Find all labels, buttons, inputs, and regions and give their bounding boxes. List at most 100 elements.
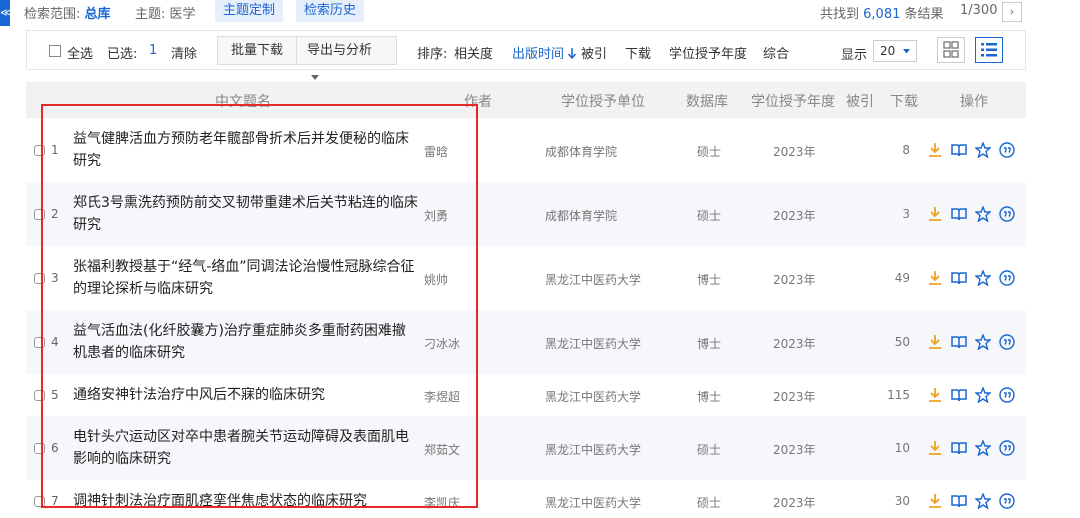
favorite-star-icon[interactable] — [975, 206, 991, 222]
cite-quote-icon[interactable] — [999, 206, 1015, 222]
sort-publish-time[interactable]: 出版时间 — [512, 43, 577, 62]
table-row[interactable]: 3 张福利教授基于“经气-络血”同调法论治慢性冠脉综合征的理论探析与临床研究 姚… — [26, 246, 1026, 310]
row-checkbox[interactable] — [34, 496, 45, 507]
cite-quote-icon[interactable] — [999, 493, 1015, 509]
list-view-button[interactable] — [975, 37, 1003, 63]
clear-button[interactable]: 清除 — [171, 43, 197, 62]
row-checkbox[interactable] — [34, 209, 45, 220]
degree-year: 2023年 — [773, 337, 816, 351]
grid-view-button[interactable] — [937, 37, 965, 63]
download-icon[interactable] — [927, 142, 943, 158]
row-checkbox[interactable] — [34, 390, 45, 401]
degree-unit-link[interactable]: 黑龙江中医药大学 — [545, 271, 641, 288]
found-prefix: 共找到 — [820, 7, 860, 22]
download-icon[interactable] — [927, 334, 943, 350]
read-book-icon[interactable] — [951, 142, 967, 158]
cite-quote-icon[interactable] — [999, 440, 1015, 456]
favorite-star-icon[interactable] — [975, 270, 991, 286]
sort-degree-year[interactable]: 学位授予年度 — [669, 43, 747, 62]
cite-quote-icon[interactable] — [999, 334, 1015, 350]
thesis-title-link[interactable]: 益气活血法(化纤胶囊方)治疗重症肺炎多重耐药困难撤机患者的临床研究 — [73, 320, 418, 364]
favorite-star-icon[interactable] — [975, 387, 991, 403]
thesis-title-link[interactable]: 张福利教授基于“经气-络血”同调法论治慢性冠脉综合征的理论探析与临床研究 — [73, 256, 418, 300]
select-all-label[interactable]: 全选 — [67, 43, 93, 62]
row-checkbox[interactable] — [34, 145, 45, 156]
row-checkbox[interactable] — [34, 273, 45, 284]
degree-unit-link[interactable]: 黑龙江中医药大学 — [545, 441, 641, 458]
read-book-icon[interactable] — [951, 493, 967, 509]
export-analyze-dropdown[interactable]: 导出与分析 — [296, 36, 397, 80]
topic-value: 医学 — [169, 7, 196, 22]
download-icon[interactable] — [927, 387, 943, 403]
author-link[interactable]: 李凯庆 — [424, 494, 460, 511]
sort-download[interactable]: 下载 — [625, 43, 651, 62]
page-size-select[interactable]: 20 — [873, 40, 917, 62]
table-row[interactable]: 6 电针头穴运动区对卒中患者腕关节运动障碍及表面肌电影响的临床研究 郑茹文 黑龙… — [26, 416, 1026, 480]
sort-cited[interactable]: 被引 — [581, 43, 607, 62]
col-ops: 操作 — [960, 94, 988, 110]
row-checkbox[interactable] — [34, 443, 45, 454]
author-link[interactable]: 李煜超 — [424, 388, 460, 405]
download-icon[interactable] — [927, 270, 943, 286]
degree-unit-link[interactable]: 成都体育学院 — [545, 143, 617, 160]
batch-download-button[interactable]: 批量下载 — [217, 36, 297, 65]
row-checkbox[interactable] — [34, 337, 45, 348]
author-link[interactable]: 刁冰冰 — [424, 335, 460, 352]
search-summary-bar: 检索范围: 总库 主题: 医学 主题定制 检索历史 共找到 6,081 条结果 … — [22, 0, 1030, 22]
author-link[interactable]: 郑茹文 — [424, 441, 460, 458]
sort-relevance[interactable]: 相关度 — [454, 43, 493, 62]
download-count: 50 — [894, 335, 910, 349]
scope-value[interactable]: 总库 — [85, 7, 111, 22]
thesis-title-link[interactable]: 郑氏3号熏洗药预防前交叉韧带重建术后关节粘连的临床研究 — [73, 192, 418, 236]
favorite-star-icon[interactable] — [975, 334, 991, 350]
author-link[interactable]: 雷晗 — [424, 143, 448, 160]
col-title: 中文题名 — [215, 94, 271, 110]
cite-quote-icon[interactable] — [999, 142, 1015, 158]
favorite-star-icon[interactable] — [975, 142, 991, 158]
collapse-side-tab[interactable]: ≪ — [0, 0, 10, 26]
select-all-checkbox[interactable] — [49, 45, 61, 57]
search-history-button[interactable]: 检索历史 — [296, 0, 365, 22]
row-operations — [926, 387, 1026, 405]
author-link[interactable]: 姚帅 — [424, 271, 448, 288]
custom-topic-button[interactable]: 主题定制 — [215, 0, 284, 22]
results-table-header: 中文题名 作者 学位授予单位 数据库 学位授予年度 被引 下载 操作 — [26, 82, 1026, 118]
degree-unit-link[interactable]: 黑龙江中医药大学 — [545, 494, 641, 511]
table-row[interactable]: 7 调神针刺法治疗面肌痉挛伴焦虑状态的临床研究 李凯庆 黑龙江中医药大学 硕士 … — [26, 480, 1026, 518]
favorite-star-icon[interactable] — [975, 440, 991, 456]
download-icon[interactable] — [927, 493, 943, 509]
thesis-title-link[interactable]: 调神针刺法治疗面肌痉挛伴焦虑状态的临床研究 — [73, 490, 418, 512]
thesis-title-link[interactable]: 电针头穴运动区对卒中患者腕关节运动障碍及表面肌电影响的临床研究 — [73, 426, 418, 470]
read-book-icon[interactable] — [951, 387, 967, 403]
row-number: 5 — [51, 388, 59, 402]
table-row[interactable]: 5 通络安神针法治疗中风后不寐的临床研究 李煜超 黑龙江中医药大学 博士 202… — [26, 374, 1026, 416]
read-book-icon[interactable] — [951, 206, 967, 222]
thesis-title-link[interactable]: 益气健脾活血方预防老年髋部骨折术后并发便秘的临床研究 — [73, 128, 418, 172]
table-row[interactable]: 4 益气活血法(化纤胶囊方)治疗重症肺炎多重耐药困难撤机患者的临床研究 刁冰冰 … — [26, 310, 1026, 374]
row-operations — [926, 206, 1026, 224]
cite-quote-icon[interactable] — [999, 270, 1015, 286]
sort-overall[interactable]: 综合 — [763, 43, 789, 62]
col-download[interactable]: 下载 — [890, 91, 918, 111]
selected-count: 1 — [149, 43, 158, 58]
download-icon[interactable] — [927, 206, 943, 222]
next-page-button[interactable]: › — [1002, 2, 1022, 22]
search-topic: 主题: 医学 — [135, 3, 196, 22]
thesis-title-link[interactable]: 通络安神针法治疗中风后不寐的临床研究 — [73, 384, 418, 406]
table-row[interactable]: 1 益气健脾活血方预防老年髋部骨折术后并发便秘的临床研究 雷晗 成都体育学院 硕… — [26, 118, 1026, 182]
degree-unit-link[interactable]: 黑龙江中医药大学 — [545, 388, 641, 405]
author-link[interactable]: 刘勇 — [424, 207, 448, 224]
read-book-icon[interactable] — [951, 334, 967, 350]
degree-unit-link[interactable]: 成都体育学院 — [545, 207, 617, 224]
database-type: 博士 — [697, 273, 722, 287]
col-year[interactable]: 学位授予年度 — [751, 91, 835, 111]
table-row[interactable]: 2 郑氏3号熏洗药预防前交叉韧带重建术后关节粘连的临床研究 刘勇 成都体育学院 … — [26, 182, 1026, 246]
read-book-icon[interactable] — [951, 270, 967, 286]
cite-quote-icon[interactable] — [999, 387, 1015, 403]
col-cited[interactable]: 被引 — [846, 91, 874, 111]
download-count: 8 — [902, 143, 910, 157]
degree-unit-link[interactable]: 黑龙江中医药大学 — [545, 335, 641, 352]
read-book-icon[interactable] — [951, 440, 967, 456]
download-icon[interactable] — [927, 440, 943, 456]
favorite-star-icon[interactable] — [975, 493, 991, 509]
